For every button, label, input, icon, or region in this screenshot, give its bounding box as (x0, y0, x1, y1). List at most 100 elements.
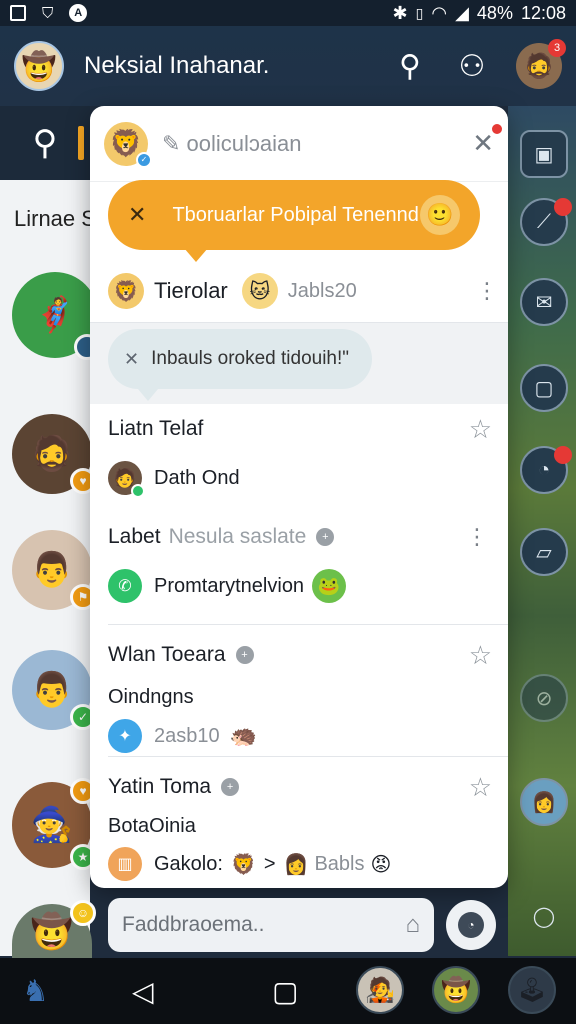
contact-name: Liatn Telaf (108, 417, 204, 440)
message-subpreview: Gakolo: (154, 852, 223, 875)
mail-icon[interactable]: ✉ (520, 278, 568, 326)
search-icon: ⚲ (32, 124, 58, 162)
app-avatar-1[interactable]: 🧑‍🎤 (356, 966, 404, 1014)
contact-name: Wlan Toeara (108, 643, 226, 666)
lion-icon: 🦁 (108, 273, 144, 309)
bubble-tail (184, 248, 208, 262)
lion-icon: 🦁 ✓ (104, 121, 152, 168)
person-icon: 👩 (283, 853, 309, 876)
a-icon: A (69, 4, 88, 22)
conversation-item[interactable]: Wlan Toeara + ☆ Oindngns ✦ 2asb10 🦔 (90, 638, 508, 756)
background-search[interactable]: ⚲ (0, 106, 90, 180)
conversation-item[interactable]: Yatin Toma + ☆ BotaOinia ▥ Gakolo: 🦁 > 👩… (90, 770, 508, 884)
background-label: Lirnae S (14, 206, 96, 231)
composer-placeholder: Faddbraoema.. (122, 913, 265, 936)
message-composer[interactable]: Faddbraoema.. ⌂ (108, 898, 434, 952)
tools-icon: ✕ (124, 348, 140, 369)
smile-icon: 🙂 (420, 195, 460, 235)
bluetooth-icon: ✱ (392, 2, 408, 23)
search-icon[interactable]: ⚲ (392, 49, 428, 84)
more-icon[interactable]: ⋮ (476, 278, 498, 304)
feather-icon: ✎ (162, 130, 187, 156)
signal-icon: ◢ (455, 2, 469, 23)
online-icon (131, 484, 145, 498)
game-icon[interactable]: ♞ (22, 974, 49, 1009)
more-icon[interactable]: ⋮ (466, 524, 488, 550)
game-chat-icon[interactable]: ◯ (520, 892, 568, 940)
twitter-icon: ✦ (108, 719, 142, 753)
friend-avatar-icon[interactable]: 👩 (520, 778, 568, 826)
contact-avatar[interactable]: 🧔 ♥ (12, 414, 96, 494)
contact-avatar[interactable]: 👨 ⚑ (12, 530, 96, 610)
whatsapp-icon: ✆ (108, 569, 142, 603)
message-preview: Oindngns (108, 685, 194, 708)
app-title: Neksial Inahanar. (84, 52, 270, 79)
emoji-icon: 😡 (370, 853, 392, 876)
popup-card: 🦁 ✓ ✎ ooliculɔaian ✕ ✕ Tboruarlar Pobipa… (90, 106, 508, 888)
folder-icon[interactable]: ▱ (520, 528, 568, 576)
send-button[interactable]: ◔ (446, 900, 496, 950)
cat-icon: 🐱 (241, 273, 278, 309)
back-icon[interactable]: ◁ (132, 975, 154, 1008)
game-avatar[interactable]: 🦸 (12, 272, 100, 360)
info-icon: + (235, 646, 254, 664)
wifi-icon: ◠ (431, 2, 448, 23)
conversation-item[interactable]: Labet Nesula saslate + ⋮ ✆ Promtarytnelv… (90, 520, 508, 608)
tierolar-sub: Jabls20 (287, 279, 357, 302)
close-icon[interactable]: ✕ (472, 124, 502, 159)
grey-section: ✕ Inbauls oroked tidouih!" (90, 322, 508, 404)
clock: 12:08 (520, 2, 566, 23)
small-avatar: 🧑 (108, 461, 145, 498)
grey-bubble-text: Inbauls oroked tidouih!" (151, 348, 350, 369)
popup-header: 🦁 ✓ ✎ ooliculɔaian ✕ (90, 106, 508, 182)
frog-icon: 🐸 (312, 569, 347, 603)
home-icon[interactable]: ⌂ (406, 911, 421, 939)
map-badge (554, 198, 572, 216)
contact-extra: Nesula saslate (168, 525, 307, 548)
animal-icon: 🦔 (229, 723, 258, 748)
star-icon[interactable]: ☆ (469, 414, 492, 445)
tools-icon: ✕ (128, 202, 147, 227)
close-dot (492, 124, 502, 134)
screen-record-icon (10, 5, 26, 21)
divider (108, 756, 508, 757)
divider (108, 624, 508, 625)
chat-badge (554, 446, 572, 464)
app-bar: 🤠 Neksial Inahanar. ⚲ ⚇ 🧔 3 (0, 26, 576, 106)
chat-icon[interactable]: ◔ (520, 446, 572, 494)
compass-icon[interactable]: ⊘ (520, 674, 568, 722)
star-icon[interactable]: ☆ (469, 772, 492, 803)
conversation-item[interactable]: Liatn Telaf ☆ 🧑 Dath Ond (90, 412, 508, 500)
message-preview: Promtarytnelvion (154, 574, 305, 597)
navigation-bar: ♞ ◁ ▢ 🧑‍🎤 🤠 🕹 (0, 958, 576, 1024)
notifications-avatar[interactable]: 🧔 3 (516, 39, 566, 89)
bubble-tail (138, 389, 158, 401)
clock-icon: ◔ (458, 912, 484, 938)
star-icon[interactable]: ☆ (469, 640, 492, 671)
notification-badge: 3 (548, 39, 566, 57)
contact-name: Yatin Toma (108, 775, 212, 798)
home-button-icon[interactable]: ▢ (272, 975, 298, 1008)
vibrate-icon: ▯ (415, 4, 424, 21)
message-preview: Dath Ond (154, 466, 240, 489)
orange-bubble[interactable]: ✕ Tboruarlar Pobipal Tenennd 🙂 (108, 180, 480, 262)
message-preview: BotaOinia (108, 814, 196, 837)
game-avatar[interactable]: 🧙 ♥ ★ (12, 778, 96, 870)
calendar-icon[interactable]: ▣ (520, 130, 568, 178)
info-icon: + (316, 528, 335, 546)
grey-bubble[interactable]: ✕ Inbauls oroked tidouih!" (108, 329, 372, 401)
map-icon[interactable]: ⟋ (520, 198, 572, 246)
profile-icon[interactable]: ⚇ (454, 49, 490, 84)
header-label: ooliculɔaian (186, 130, 302, 156)
inbox-icon[interactable]: ▢ (520, 364, 568, 412)
tierolar-label: Tierolar (154, 278, 228, 303)
tierolar-row[interactable]: 🦁 Tierolar 🐱 Jabls20 ⋮ (108, 268, 498, 314)
app-avatar-2[interactable]: 🤠 (432, 966, 480, 1014)
contact-avatar[interactable]: 👨 ✓ (12, 650, 96, 730)
header-text: ✎ ooliculɔaian (162, 131, 302, 157)
user-avatar[interactable]: 🤠 (14, 41, 64, 91)
app-avatar-3[interactable]: 🕹 (508, 966, 556, 1014)
message-subpreview: 2asb10 (154, 724, 220, 747)
orange-marker (78, 126, 84, 160)
message-subpreview: Babls (314, 852, 365, 875)
